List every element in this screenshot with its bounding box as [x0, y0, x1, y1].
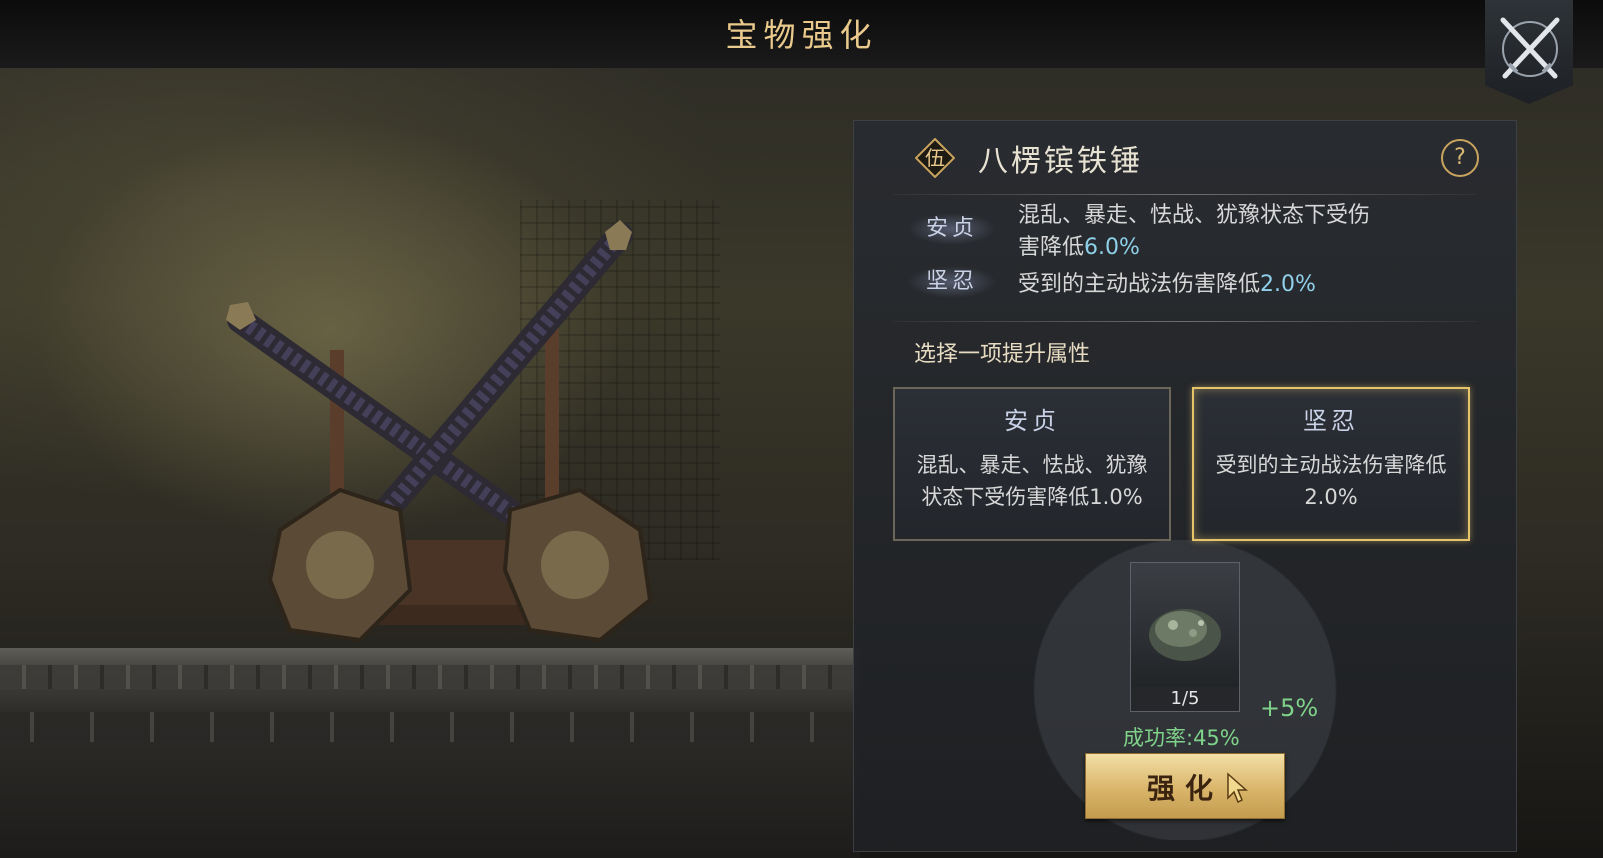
option-desc-line1: 混乱、暴走、怯战、犹豫 — [916, 453, 1148, 477]
crossed-swords-close-icon — [1500, 17, 1560, 79]
option-desc-line2: 2.0% — [1304, 485, 1358, 509]
attribute-desc-text-1: 混乱、暴走、怯战、犹豫状态下受伤 — [1018, 203, 1371, 228]
close-button[interactable] — [1495, 14, 1565, 84]
treasure-name: 八楞镔铁锤 — [978, 144, 1143, 179]
help-button[interactable]: ? — [1441, 139, 1479, 177]
divider-middle — [893, 321, 1477, 322]
option-name: 安贞 — [1004, 407, 1060, 435]
treasure-weapon-illustration — [226, 220, 653, 643]
material-bonus: +5% — [1260, 694, 1319, 722]
attribute-desc-text-2: 受到的主动战法伤害降低 — [1018, 272, 1261, 297]
grade-badge: 伍 — [914, 137, 956, 179]
option-name: 坚忍 — [1303, 407, 1359, 435]
success-rate: 成功率:45% — [1123, 726, 1240, 750]
material-count: 1/5 — [1131, 687, 1239, 711]
current-attribute-name-2: 坚忍 — [908, 264, 996, 300]
current-attribute-name-1: 安贞 — [908, 211, 996, 247]
diamond-badge-icon: 伍 — [914, 137, 956, 179]
upgrade-option-jianren[interactable]: 坚忍 受到的主动战法伤害降低 2.0% — [1192, 387, 1470, 541]
attribute-value-1: 6.0% — [1084, 235, 1140, 260]
attribute-value-2: 2.0% — [1260, 272, 1316, 297]
upgrade-prompt: 选择一项提升属性 — [914, 342, 1091, 367]
question-mark-icon: ? — [1454, 145, 1466, 170]
divider-top — [893, 194, 1477, 195]
svg-text:伍: 伍 — [925, 146, 945, 170]
attribute-desc-text-1b: 害降低 — [1018, 235, 1085, 260]
current-attribute-desc-1: 混乱、暴走、怯战、犹豫状态下受伤 害降低6.0% — [1018, 200, 1448, 264]
platform-pattern-band-lower — [0, 712, 860, 742]
enhance-button[interactable]: 强化 — [1085, 753, 1285, 819]
option-desc-line1: 受到的主动战法伤害降低 — [1215, 453, 1447, 477]
material-slot[interactable]: 1/5 — [1130, 562, 1240, 712]
current-attribute-desc-2: 受到的主动战法伤害降低2.0% — [1018, 269, 1458, 301]
upgrade-option-anzhen[interactable]: 安贞 混乱、暴走、怯战、犹豫 状态下受伤害降低1.0% — [893, 387, 1171, 541]
pointer-cursor-icon — [1227, 772, 1248, 804]
page-title: 宝物强化 — [725, 16, 878, 54]
option-desc: 混乱、暴走、怯战、犹豫 状态下受伤害降低1.0% — [905, 449, 1159, 513]
option-desc: 受到的主动战法伤害降低 2.0% — [1204, 449, 1458, 513]
enhance-button-label: 强化 — [1146, 772, 1223, 805]
option-desc-line2: 状态下受伤害降低1.0% — [921, 485, 1143, 509]
ore-stone-icon — [1149, 609, 1221, 661]
